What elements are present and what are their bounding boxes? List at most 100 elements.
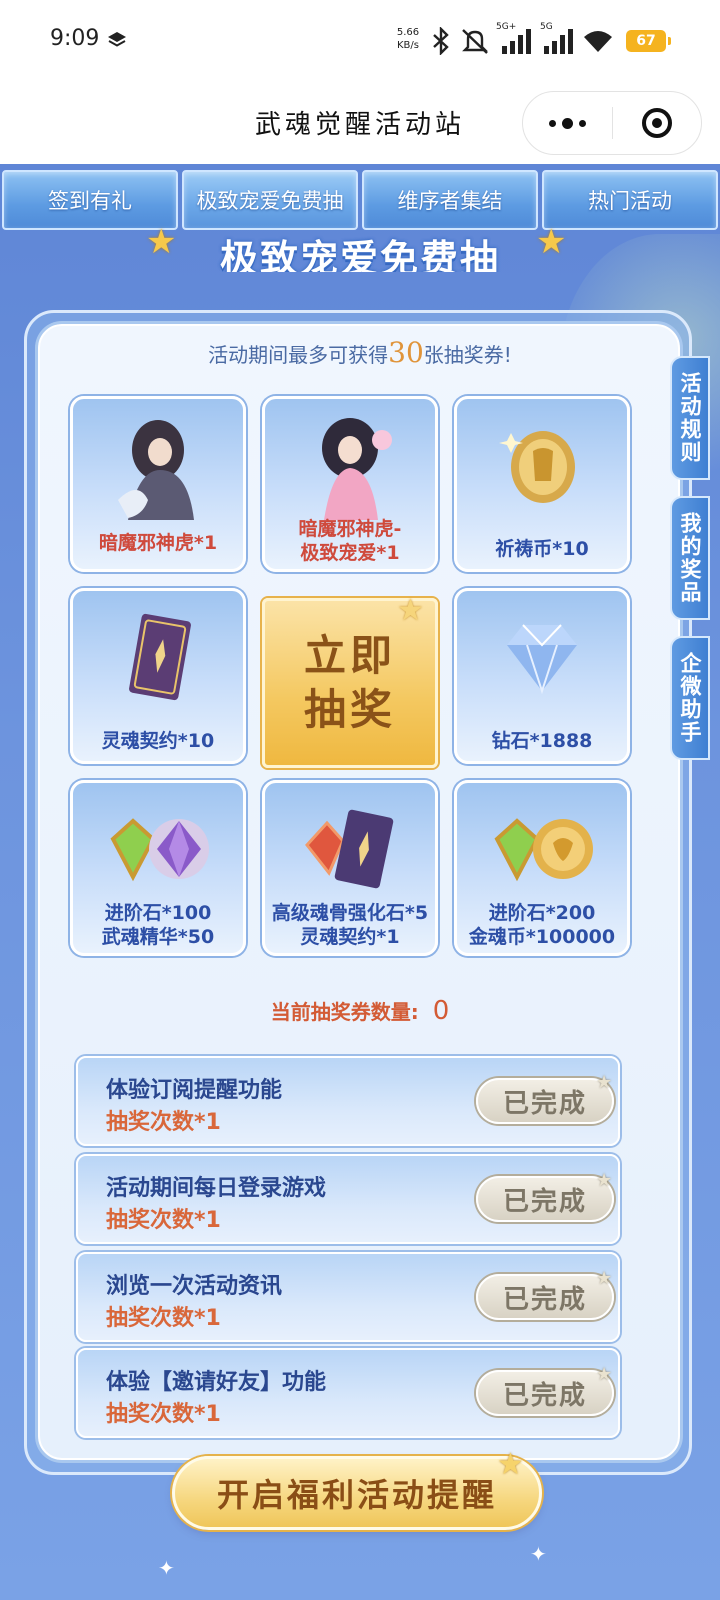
prize-label: 进阶石*200 [488, 902, 596, 924]
task-button-label: 已完成 [502, 1284, 587, 1315]
banner-title: 极致宠爱免费抽 [219, 237, 500, 272]
task-item: 浏览一次活动资讯 抽奖次数*1 已完成 ★ [76, 1252, 620, 1342]
task-button-label: 已完成 [502, 1380, 587, 1411]
prize-item: 钻石*1888 [454, 588, 630, 764]
banner-star-icon: ★ [146, 222, 177, 262]
signal-5g: 5G [540, 22, 574, 56]
task-reward: 抽奖次数*1 [106, 1306, 221, 1331]
signal-bars-icon [502, 29, 531, 54]
prize-label: 灵魂契约*1 [300, 926, 400, 948]
task-reward: 抽奖次数*1 [106, 1208, 221, 1233]
ticket-count-label: 当前抽奖券数量: [270, 1000, 419, 1024]
side-tab-wecom-assistant[interactable]: 企微助手 [670, 636, 710, 760]
prize-label: 极致宠爱*1 [300, 542, 400, 564]
character-portrait-icon [73, 409, 243, 521]
subtitle-number: 30 [388, 336, 424, 369]
prize-item: 暗魔邪神虎*1 [70, 396, 246, 572]
tab-guardian-gathering[interactable]: 维序者集结 [362, 170, 538, 230]
prize-item: 祈祷币*10 [454, 396, 630, 572]
star-icon: ★ [497, 1447, 527, 1482]
prize-label: 高级魂骨强化石*5 [271, 902, 429, 924]
tab-sign-in-gift[interactable]: 签到有礼 [2, 170, 178, 230]
prize-label: 武魂精华*50 [101, 926, 215, 948]
task-reward: 抽奖次数*1 [106, 1402, 221, 1427]
red-crystal-card-icon [265, 793, 435, 905]
task-completed-button[interactable]: 已完成 ★ [476, 1268, 614, 1320]
star-icon: ★ [596, 1072, 615, 1093]
task-item: 体验订阅提醒功能 抽奖次数*1 已完成 ★ [76, 1056, 620, 1146]
tab-free-draw[interactable]: 极致宠爱免费抽 [182, 170, 358, 230]
green-crystal-icon [73, 793, 243, 905]
more-options-button[interactable] [523, 91, 612, 155]
activity-main: 签到有礼 极致宠爱免费抽 维序者集结 热门活动 ★ 极致宠爱免费抽 ★ 活动期间… [0, 164, 720, 1600]
status-time: 9:09 [50, 26, 100, 51]
draw-now-button[interactable]: 立即 抽奖 ★ [262, 593, 438, 768]
draw-button-line2: 抽奖 [303, 685, 396, 734]
signal-bars-icon [544, 29, 573, 54]
more-dot-icon [561, 117, 573, 129]
task-title: 体验【邀请好友】功能 [106, 1370, 327, 1395]
network-speed-value: 5.66 [396, 27, 420, 38]
prize-label: 祈祷币*10 [495, 538, 589, 560]
task-item: 活动期间每日登录游戏 抽奖次数*1 已完成 ★ [76, 1154, 620, 1244]
soul-contract-card-icon [73, 601, 243, 713]
prize-label: 金魂币*100000 [468, 926, 616, 948]
task-button-label: 已完成 [502, 1186, 587, 1217]
wifi-icon [584, 31, 612, 52]
task-completed-button[interactable]: 已完成 ★ [476, 1364, 614, 1416]
close-mini-program-button[interactable] [613, 91, 702, 155]
diamond-icon [457, 601, 627, 713]
tab-hot-activities[interactable]: 热门活动 [542, 170, 718, 230]
network-speed-unit: KB/s [397, 40, 419, 51]
prize-item: 灵魂契约*10 [70, 588, 246, 764]
status-bar: 9:09 5.66 KB/s 5G+ 5G 67 [0, 0, 720, 82]
signal-5g-plus: 5G+ [496, 22, 532, 56]
prize-item: 暗魔邪神虎- 极致宠爱*1 [262, 396, 438, 572]
star-icon: ★ [596, 1364, 615, 1385]
prize-label: 进阶石*100 [104, 902, 212, 924]
target-close-icon [641, 108, 672, 138]
more-dot-icon [578, 119, 586, 127]
subtitle-suffix: 张抽奖券! [423, 343, 512, 367]
prize-item: 进阶石*100 武魂精华*50 [70, 780, 246, 956]
side-tab-activity-rules[interactable]: 活动规则 [670, 356, 710, 480]
navigation-stack-icon [108, 32, 126, 47]
ticket-count-value: 0 [432, 996, 450, 1026]
status-icons: 5G+ 5G 67 [430, 22, 671, 58]
capsule-menu [522, 91, 702, 155]
banner-star-icon: ★ [536, 222, 567, 262]
reminder-button-label: 开启福利活动提醒 [216, 1476, 497, 1514]
task-reward: 抽奖次数*1 [106, 1110, 221, 1135]
prize-label: 暗魔邪神虎*1 [98, 532, 218, 554]
task-item: 体验【邀请好友】功能 抽奖次数*1 已完成 ★ [76, 1348, 620, 1438]
bluetooth-icon [433, 27, 449, 55]
prize-label: 灵魂契约*10 [101, 730, 215, 752]
green-crystal-coin-icon [457, 793, 627, 905]
character-skin-icon [265, 409, 435, 521]
gold-coin-icon [457, 409, 627, 521]
task-title: 活动期间每日登录游戏 [106, 1176, 327, 1201]
card-subtitle: 活动期间最多可获得30张抽奖券! [0, 336, 720, 369]
network-speed: 5.66 KB/s [393, 26, 423, 52]
bottom-banner-decoration [150, 1556, 570, 1600]
star-icon: ★ [596, 1170, 615, 1191]
prize-item: 进阶石*200 金魂币*100000 [454, 780, 630, 956]
mini-program-title-bar: 武魂觉醒活动站 [0, 82, 720, 164]
task-title: 体验订阅提醒功能 [106, 1078, 283, 1103]
side-tab-my-prizes[interactable]: 我的奖品 [670, 496, 710, 620]
battery-indicator: 67 [626, 30, 671, 52]
task-completed-button[interactable]: 已完成 ★ [476, 1072, 614, 1124]
task-title: 浏览一次活动资讯 [106, 1274, 283, 1299]
subtitle-prefix: 活动期间最多可获得 [208, 343, 389, 367]
more-dot-icon [548, 119, 556, 127]
star-icon: ★ [596, 1268, 615, 1289]
task-completed-button[interactable]: 已完成 ★ [476, 1170, 614, 1222]
prize-label: 暗魔邪神虎- [298, 518, 402, 540]
prize-item: 高级魂骨强化石*5 灵魂契约*1 [262, 780, 438, 956]
ticket-count-row: 当前抽奖券数量: 0 [0, 996, 720, 1026]
enable-reminder-button[interactable]: 开启福利活动提醒 ★ [172, 1447, 542, 1530]
draw-button-line1: 立即 [303, 631, 396, 680]
prize-label: 钻石*1888 [491, 730, 593, 752]
task-button-label: 已完成 [502, 1088, 587, 1119]
star-icon: ★ [397, 593, 424, 628]
